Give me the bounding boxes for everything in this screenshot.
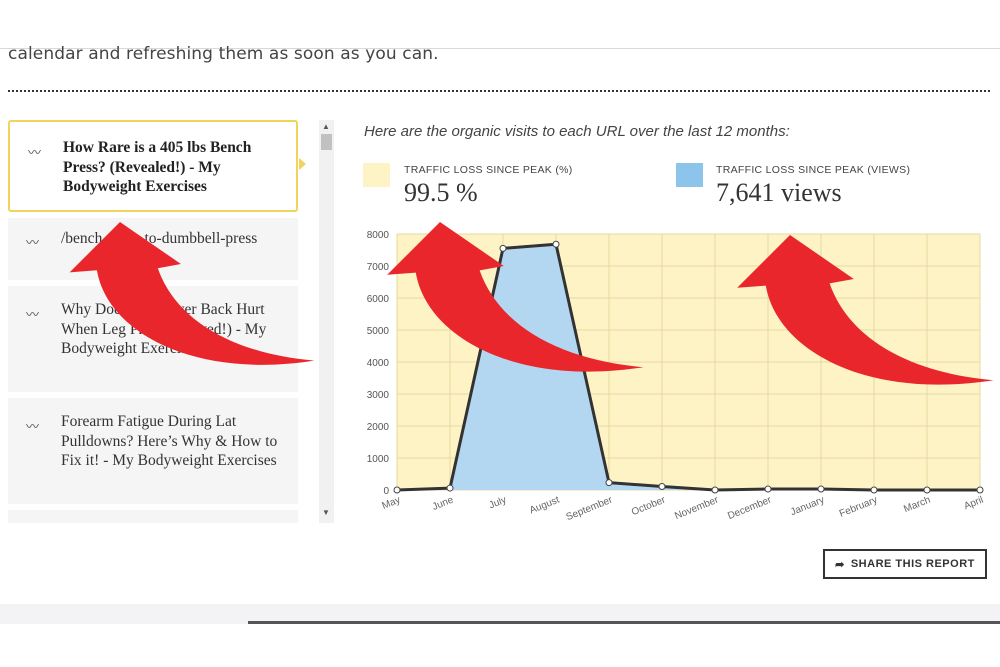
organic-visits-chart: 0 1000 2000 3000 4000 5000 6000 7000 8000 May June… — [367, 230, 985, 523]
data-point — [764, 485, 772, 493]
trend-line-icon: 〰 — [26, 308, 40, 323]
url-list-item-label: /bench-press-to-dumbbell-press — [61, 230, 258, 247]
x-tick-label: December — [726, 494, 774, 522]
y-tick-label: 5000 — [367, 326, 390, 337]
y-tick-label: 0 — [383, 486, 389, 497]
url-list[interactable]: 〰 How Rare is a 405 lbs Bench Press? (Re… — [8, 120, 300, 523]
url-list-item-label: Forearm Fatigue During Lat Pulldowns? He… — [61, 413, 278, 469]
url-list-scrollbar[interactable]: ▲ ▼ — [319, 120, 334, 523]
x-tick-label: September — [565, 494, 615, 523]
dotted-divider — [8, 90, 990, 92]
url-list-item-label: Why Does My Lower Back Hurt When Leg Pre… — [61, 301, 267, 357]
data-point — [446, 484, 454, 492]
share-report-button[interactable]: ➦ SHARE THIS REPORT — [823, 549, 987, 579]
data-point — [870, 486, 878, 494]
traffic-loss-views-value: 7,641 views — [716, 178, 842, 207]
x-tick-label: January — [789, 495, 826, 519]
data-point — [976, 486, 984, 494]
x-tick-label: August — [528, 495, 561, 517]
url-list-item-label: How Rare is a 405 lbs Bench Press? (Reve… — [63, 139, 252, 195]
trend-line-icon: 〰 — [26, 236, 40, 251]
traffic-loss-views-swatch — [676, 163, 703, 187]
intro-text: calendar and refreshing them as soon as … — [8, 44, 439, 64]
url-list-item[interactable]: 〰 /bench-press-to-dumbbell-press — [8, 218, 298, 280]
traffic-loss-views-label: TRAFFIC LOSS SINCE PEAK (VIEWS) — [716, 164, 911, 176]
trend-line-icon: 〰 — [28, 146, 42, 161]
share-arrow-icon: ➦ — [835, 558, 845, 571]
x-tick-label: April — [962, 495, 985, 513]
y-tick-label: 7000 — [367, 262, 390, 273]
traffic-loss-pct-value: 99.5 % — [404, 178, 478, 207]
data-point — [605, 479, 613, 487]
traffic-loss-pct-label: TRAFFIC LOSS SINCE PEAK (%) — [404, 164, 573, 176]
data-point — [711, 486, 719, 494]
y-tick-label: 3000 — [367, 390, 390, 401]
scroll-up-icon[interactable]: ▲ — [322, 122, 330, 131]
trend-line-icon: 〰 — [26, 420, 40, 435]
scroll-down-icon[interactable]: ▼ — [322, 508, 330, 517]
x-tick-label: June — [431, 494, 456, 512]
x-tick-label: November — [673, 494, 721, 522]
data-point — [393, 486, 401, 494]
data-point — [923, 486, 931, 494]
x-tick-label: February — [838, 495, 879, 520]
footer-line — [248, 621, 1000, 624]
data-point — [817, 485, 825, 493]
y-tick-label: 8000 — [367, 230, 390, 241]
y-tick-label: 4000 — [367, 358, 390, 369]
report-heading: Here are the organic visits to each URL … — [364, 123, 790, 140]
x-tick-label: March — [902, 495, 932, 516]
x-tick-label: May — [380, 495, 402, 512]
data-point — [658, 482, 666, 490]
url-list-item-active[interactable]: 〰 How Rare is a 405 lbs Bench Press? (Re… — [8, 120, 298, 212]
y-tick-label: 1000 — [367, 454, 390, 465]
url-list-item[interactable]: 〰 Why Does My Lower Back Hurt When Leg P… — [8, 286, 298, 392]
traffic-loss-pct-swatch — [363, 163, 390, 187]
share-report-label: SHARE THIS REPORT — [850, 558, 975, 570]
data-point — [552, 240, 560, 248]
url-list-item[interactable]: 〰 Forearm Fatigue During Lat Pulldowns? … — [8, 398, 298, 504]
data-point — [499, 244, 507, 252]
x-tick-label: October — [630, 494, 668, 518]
scrollbar-thumb[interactable] — [321, 134, 332, 150]
y-tick-label: 6000 — [367, 294, 390, 305]
url-list-item-partial[interactable] — [8, 510, 298, 523]
x-tick-label: July — [488, 495, 509, 512]
active-item-pointer — [299, 158, 306, 170]
y-tick-label: 2000 — [367, 422, 390, 433]
